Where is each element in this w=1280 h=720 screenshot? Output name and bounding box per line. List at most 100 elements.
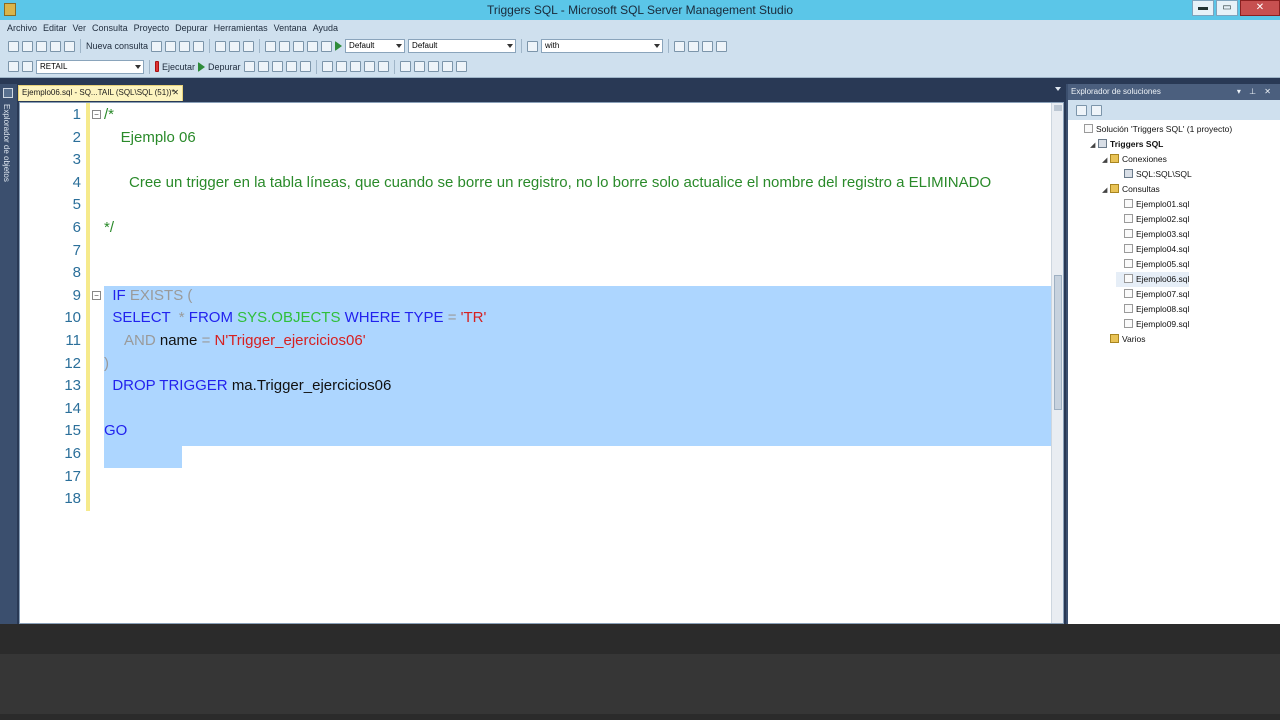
collapse-region-icon[interactable]: −	[92, 110, 101, 119]
properties-icon[interactable]	[716, 40, 728, 52]
collapse-region-icon[interactable]: −	[92, 290, 101, 300]
tree-item[interactable]: Ejemplo01.sql	[1116, 197, 1189, 212]
code-line[interactable]: 7	[20, 240, 1052, 262]
undo-icon[interactable]	[265, 40, 277, 52]
add-item-icon[interactable]	[22, 40, 33, 52]
code-line[interactable]: 14	[20, 398, 1052, 420]
increase-indent-icon[interactable]	[441, 61, 453, 72]
code-line[interactable]: 8	[20, 262, 1052, 284]
show-all-files-icon[interactable]	[1091, 104, 1102, 116]
properties-icon[interactable]	[1076, 104, 1087, 116]
close-tab-icon[interactable]: ✕	[172, 86, 179, 100]
panel-buttons[interactable]: ▾ ⊥ ✕	[1237, 84, 1274, 100]
code-line[interactable]: 1 −/*	[20, 104, 1052, 126]
tree-item[interactable]: ◢ Triggers SQL	[1090, 137, 1163, 152]
find-icon[interactable]	[321, 40, 333, 52]
database-combo[interactable]: RETAIL	[36, 59, 144, 74]
uncomment-icon[interactable]	[413, 61, 425, 72]
vertical-scrollbar[interactable]	[1051, 103, 1063, 623]
template-explorer-icon[interactable]	[702, 40, 714, 52]
tree-item[interactable]: Ejemplo02.sql	[1116, 212, 1189, 227]
code-line[interactable]: 10 SELECT * FROM SYS.OBJECTS WHERE TYPE …	[20, 307, 1052, 329]
save-icon[interactable]	[50, 40, 61, 52]
cut-icon[interactable]	[215, 40, 227, 52]
save-all-icon[interactable]	[64, 40, 75, 52]
tree-item[interactable]: SQL:SQL\SQL	[1116, 167, 1192, 182]
client-stats-icon[interactable]	[335, 61, 347, 72]
close-button[interactable]: ✕	[1240, 0, 1280, 16]
expand-arrow-icon[interactable]: ◢	[1102, 153, 1110, 168]
tree-item[interactable]: ◢ Consultas	[1102, 182, 1160, 197]
expand-arrow-icon[interactable]: ◢	[1102, 183, 1110, 198]
minimize-button[interactable]: ▬	[1192, 0, 1214, 16]
results-to-text-icon[interactable]	[349, 61, 361, 72]
paste-icon[interactable]	[243, 40, 255, 52]
cancel-query-icon[interactable]	[243, 61, 255, 72]
decrease-indent-icon[interactable]	[427, 61, 439, 72]
menu-proyecto[interactable]: Proyecto	[131, 23, 173, 33]
solution-platform-combo[interactable]: Default	[408, 39, 517, 53]
execute-button[interactable]: Ejecutar	[162, 62, 195, 72]
object-explorer-icon[interactable]	[688, 40, 700, 52]
code-line[interactable]: 11 AND name = N'Trigger_ejercicios06'	[20, 330, 1052, 352]
tab-list-chevron-icon[interactable]	[1055, 87, 1061, 91]
tree-item[interactable]: ◢ Conexiones	[1102, 152, 1167, 167]
tree-item[interactable]: Varios	[1102, 332, 1145, 347]
query-icon[interactable]	[151, 40, 163, 52]
new-project-icon[interactable]	[8, 40, 19, 52]
code-line[interactable]: 6 */	[20, 217, 1052, 239]
redo-icon[interactable]	[279, 40, 291, 52]
tab-ejemplo06[interactable]: Ejemplo06.sql - SQ...TAIL (SQL\SQL (51))…	[18, 85, 183, 101]
solution-config-combo[interactable]: Default	[345, 39, 406, 53]
query-icon[interactable]	[179, 40, 191, 52]
include-plan-icon[interactable]	[321, 61, 333, 72]
object-explorer-strip[interactable]: Explorador de objetos	[0, 84, 17, 624]
query-options-icon[interactable]	[285, 61, 297, 72]
code-line[interactable]: 13 DROP TRIGGER ma.Trigger_ejercicios06	[20, 375, 1052, 397]
query-editor[interactable]: 1−/* 2 Ejemplo 06 3 4 Cree un trigger en la…	[19, 102, 1064, 624]
code-line[interactable]: 18	[20, 488, 1052, 510]
code-line[interactable]: 5	[20, 194, 1052, 216]
parse-icon[interactable]	[257, 61, 269, 72]
display-plan-icon[interactable]	[271, 61, 283, 72]
navigate-icon[interactable]	[307, 40, 319, 52]
restore-button[interactable]: ▭	[1216, 0, 1238, 16]
menu-depurar[interactable]: Depurar	[172, 23, 211, 33]
specify-values-icon[interactable]	[455, 61, 467, 72]
query-icon[interactable]	[165, 40, 177, 52]
change-connection-icon[interactable]	[22, 61, 33, 72]
find-in-files-icon[interactable]	[527, 40, 539, 52]
tree-item[interactable]: Ejemplo07.sql	[1116, 287, 1189, 302]
menu-herramientas[interactable]: Herramientas	[211, 23, 271, 33]
tree-item[interactable]: Ejemplo03.sql	[1116, 227, 1189, 242]
code-line[interactable]: 15 GO	[20, 420, 1052, 442]
tree-item[interactable]: Ejemplo08.sql	[1116, 302, 1189, 317]
menu-consulta[interactable]: Consulta	[89, 23, 131, 33]
intellisense-icon[interactable]	[299, 61, 311, 72]
code-line[interactable]: 16	[20, 443, 1052, 465]
tree-item[interactable]: Solución 'Triggers SQL' (1 proyecto)	[1076, 122, 1232, 137]
scrollbar-thumb[interactable]	[1054, 275, 1062, 410]
registered-servers-icon[interactable]	[674, 40, 686, 52]
code-line[interactable]: 2 Ejemplo 06	[20, 127, 1052, 149]
code-line[interactable]: 12)	[20, 353, 1052, 375]
comment-icon[interactable]	[399, 61, 411, 72]
debug-button[interactable]: Depurar	[208, 62, 241, 72]
start-debug-icon[interactable]	[335, 41, 343, 51]
open-file-icon[interactable]	[36, 40, 47, 52]
new-query-button[interactable]: Nueva consulta	[86, 41, 148, 51]
expand-arrow-icon[interactable]: ◢	[1090, 138, 1098, 153]
menu-ventana[interactable]: Ventana	[271, 23, 310, 33]
tree-item[interactable]: Ejemplo04.sql	[1116, 242, 1189, 257]
code-line[interactable]: 4 Cree un trigger en la tabla líneas, qu…	[20, 172, 1052, 194]
query-icon[interactable]	[193, 40, 205, 52]
navigate-icon[interactable]	[293, 40, 305, 52]
code-line[interactable]: 9 − IF EXISTS (	[20, 285, 1052, 307]
menu-archivo[interactable]: Archivo	[4, 23, 40, 33]
menu-editar[interactable]: Editar	[40, 23, 70, 33]
menu-ver[interactable]: Ver	[70, 23, 90, 33]
code-line[interactable]: 17	[20, 466, 1052, 488]
menu-ayuda[interactable]: Ayuda	[310, 23, 341, 33]
connect-icon[interactable]	[8, 61, 19, 72]
tree-item[interactable]: Ejemplo09.sql	[1116, 317, 1189, 332]
